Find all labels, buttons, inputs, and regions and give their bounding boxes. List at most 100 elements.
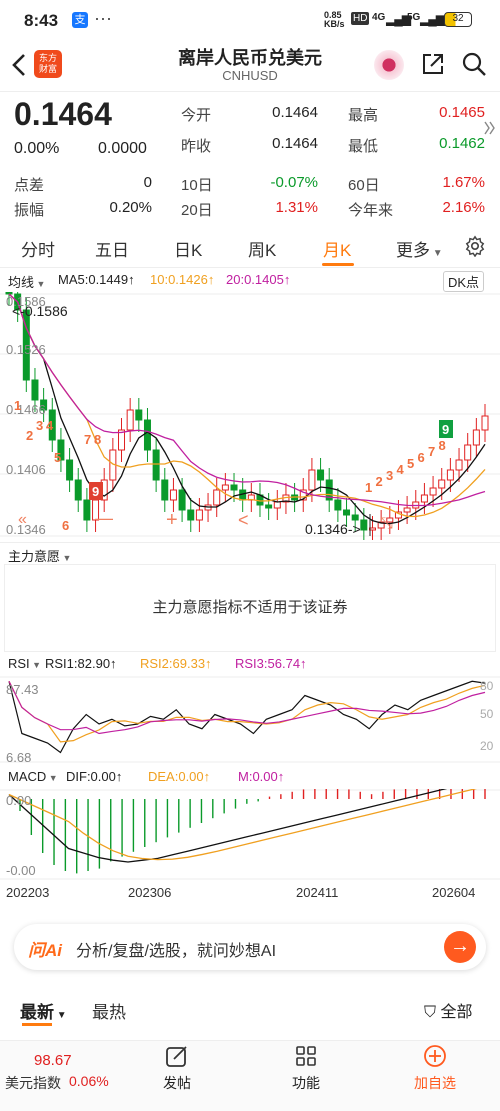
candle-body bbox=[360, 519, 368, 531]
candle-body bbox=[221, 484, 229, 491]
date-label: 202604 bbox=[432, 885, 475, 900]
tab-five-day[interactable]: 五日 bbox=[95, 236, 129, 261]
tab-monthly-k[interactable]: 月K bbox=[323, 236, 351, 261]
ma20-value: 20:0.1405↑ bbox=[226, 272, 291, 287]
usd-index-pct[interactable]: 0.06% bbox=[69, 1073, 109, 1089]
candle-body bbox=[169, 489, 177, 501]
date-label: 202411 bbox=[296, 885, 338, 900]
candle-body bbox=[195, 509, 203, 521]
seq-label: 3 bbox=[386, 468, 393, 483]
prev-close-value: 0.1464 bbox=[272, 135, 318, 152]
tab-intraday[interactable]: 分时 bbox=[21, 236, 55, 261]
macd-selector[interactable]: MACD ▼ bbox=[8, 769, 58, 784]
function-button[interactable]: 功能 bbox=[279, 1044, 333, 1093]
macd-min: -0.00 bbox=[6, 863, 36, 878]
arrow-right-icon[interactable]: → bbox=[444, 931, 476, 963]
fullscreen-icon[interactable]: ⤡ bbox=[380, 515, 393, 532]
seq-label: 3 bbox=[36, 418, 43, 433]
candle-body bbox=[317, 469, 325, 481]
candle-body bbox=[143, 419, 151, 451]
spread-value: 0 bbox=[143, 174, 152, 191]
seq-label: 2 bbox=[26, 428, 33, 443]
candle-body bbox=[230, 484, 238, 491]
search-icon[interactable] bbox=[461, 51, 487, 77]
seq-label: 7 bbox=[84, 432, 91, 447]
more-dots-icon: ··· bbox=[94, 8, 112, 28]
seq-label: 8 bbox=[439, 438, 446, 453]
ai-search-bar[interactable]: 问Ai 分析/复盘/选股，就问妙想AI → bbox=[14, 924, 486, 970]
date-label: 202203 bbox=[6, 885, 49, 900]
candle-body bbox=[438, 479, 446, 489]
low-label: 最低 bbox=[348, 138, 379, 155]
share-icon[interactable] bbox=[420, 51, 446, 77]
d60-label: 60日 bbox=[348, 177, 380, 194]
open-label: 今开 bbox=[181, 107, 212, 124]
settings-gear-icon[interactable] bbox=[464, 235, 486, 257]
plus-circle-icon bbox=[424, 1045, 446, 1067]
intent-title[interactable]: 主力意愿 ▼ bbox=[8, 546, 71, 565]
candle-body bbox=[66, 459, 74, 481]
signal-5g-icon: 5G bbox=[407, 12, 421, 23]
candle-body bbox=[152, 449, 160, 481]
rsi-min: 6.68 bbox=[6, 750, 31, 764]
candle-body bbox=[481, 415, 489, 431]
candle-body bbox=[83, 499, 91, 521]
dea-value: DEA:0.00↑ bbox=[148, 769, 211, 784]
post-button[interactable]: 发帖 bbox=[150, 1044, 204, 1093]
seq-label: 2 bbox=[376, 474, 383, 489]
clock: 8:43 bbox=[24, 11, 59, 30]
minus-icon[interactable]: — bbox=[95, 508, 113, 528]
ai-prompt: 分析/复盘/选股，就问妙想AI bbox=[76, 943, 277, 960]
period-tabs: 分时 五日 日K 周K 月K 更多 ▼ bbox=[0, 228, 500, 268]
seq-label: 4 bbox=[46, 418, 54, 433]
assistant-avatar-icon[interactable] bbox=[374, 50, 404, 80]
tab-latest[interactable]: 最新 ▼ bbox=[20, 998, 67, 1023]
plus-icon[interactable]: + bbox=[166, 509, 178, 531]
candle-body bbox=[265, 504, 273, 509]
hd-icon: HD bbox=[351, 12, 370, 25]
usd-index-name[interactable]: 美元指数 bbox=[5, 1073, 61, 1093]
candle-body bbox=[187, 509, 195, 521]
filter-icon: ⛉ bbox=[424, 1004, 437, 1021]
tab-hot[interactable]: 最热 bbox=[92, 998, 126, 1023]
scroll-left-icon[interactable]: « bbox=[18, 511, 27, 528]
date-label: 202306 bbox=[128, 885, 171, 900]
usd-index-value[interactable]: 98.67 bbox=[34, 1052, 72, 1069]
ma10-value: 10:0.1426↑ bbox=[150, 272, 215, 287]
rsi-chart[interactable]: 87.43 6.68 80 50 20 bbox=[0, 676, 500, 764]
d10-value: -0.07% bbox=[270, 174, 318, 191]
filter-all[interactable]: ⛉ 全部 bbox=[424, 998, 472, 1022]
candle-body bbox=[178, 489, 186, 511]
function-label: 功能 bbox=[292, 1075, 320, 1091]
post-label: 发帖 bbox=[163, 1075, 191, 1091]
d20-label: 20日 bbox=[181, 202, 213, 219]
d10-label: 10日 bbox=[181, 177, 213, 194]
news-tab-indicator bbox=[22, 1023, 52, 1026]
tab-more[interactable]: 更多 ▼ bbox=[396, 236, 443, 261]
tab-daily-k[interactable]: 日K bbox=[174, 236, 202, 261]
y-tick: 0.1466 bbox=[6, 402, 46, 417]
prev-icon[interactable]: < bbox=[238, 510, 249, 530]
seq-label: 5 bbox=[54, 450, 61, 465]
candle-body bbox=[334, 499, 342, 511]
add-watchlist-button[interactable]: 加自选 bbox=[405, 1044, 465, 1093]
tab-weekly-k[interactable]: 周K bbox=[248, 236, 276, 261]
candle-body bbox=[455, 459, 463, 471]
candle-body bbox=[74, 479, 82, 501]
candle-body bbox=[351, 514, 359, 521]
dk-point-button[interactable]: DK点 bbox=[443, 271, 485, 292]
kline-chart[interactable]: 0.1586 0.1526 0.1466 0.1406 0.1346 <-0.1… bbox=[0, 292, 500, 540]
y-tick: 0.1406 bbox=[6, 462, 46, 477]
ma-selector[interactable]: 均线 ▼ bbox=[8, 272, 45, 291]
top-header: 东方 财富 离岸人民币兑美元 CNHUSD bbox=[0, 40, 500, 92]
signal-4g-icon: 4G bbox=[372, 12, 386, 23]
rsi-selector[interactable]: RSI ▼ bbox=[8, 656, 41, 671]
y-tick: 0.1526 bbox=[6, 342, 46, 357]
double-chevron-right-icon[interactable] bbox=[484, 120, 496, 136]
spread-label: 点差 bbox=[14, 177, 45, 194]
news-tabs: 最新 ▼ 最热 ⛉ 全部 bbox=[0, 990, 500, 1030]
active-tab-indicator bbox=[322, 263, 354, 266]
candle-body bbox=[429, 487, 437, 496]
d20-value: 1.31% bbox=[275, 199, 318, 216]
macd-chart[interactable]: 0.00 -0.00 202203 202306 202411 202604 bbox=[0, 789, 500, 905]
